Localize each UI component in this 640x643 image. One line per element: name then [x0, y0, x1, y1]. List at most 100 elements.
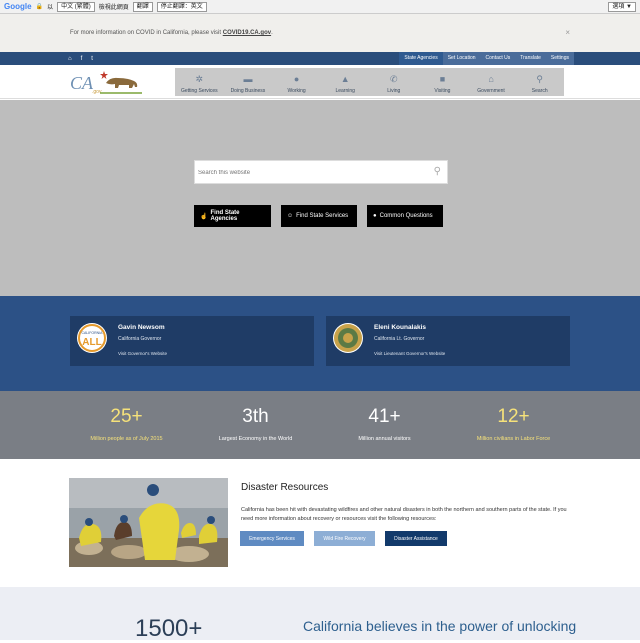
nav-label: Living: [387, 88, 401, 94]
nav-label: Doing Business: [230, 88, 266, 94]
set-location-link[interactable]: Set Location: [443, 52, 481, 65]
nav-learning[interactable]: ▲ Learning: [321, 68, 370, 96]
people-icon: ☺: [287, 213, 294, 219]
disaster-buttons: Emergency Services Wild Fire Recovery Di…: [240, 531, 447, 546]
stat-item: 12+ Million civilians in Labor Force: [449, 391, 578, 459]
utility-links: State Agencies Set Location Contact Us T…: [399, 52, 574, 65]
facebook-icon[interactable]: f: [81, 56, 83, 62]
bottom-section: 1500+ California believes in the power o…: [0, 587, 640, 642]
tagline: California believes in the power of unlo…: [303, 618, 577, 634]
nav-label: Getting Services: [180, 88, 218, 94]
lightbulb-icon: ●: [293, 74, 300, 84]
nav-label: Working: [287, 88, 306, 94]
agency-icon: ☝: [200, 213, 208, 220]
svg-text:.gov: .gov: [92, 89, 102, 95]
alert-text: For more information on COVID in Califor…: [70, 30, 222, 36]
camera-icon: ■: [439, 74, 446, 84]
google-logo: Google: [4, 2, 32, 11]
stat-value: 3th: [242, 406, 269, 427]
nav-visiting[interactable]: ■ Visiting: [418, 68, 467, 96]
disaster-photo: [69, 478, 228, 567]
translate-button[interactable]: 翻譯: [132, 1, 153, 12]
graduation-cap-icon: ▲: [340, 74, 350, 84]
disaster-title: Disaster Resources: [241, 482, 329, 493]
stat-item: 25+ Million people as of July 2015: [62, 391, 191, 459]
briefcase-icon: ▬: [243, 74, 253, 84]
hero-buttons: ☝ Find State Agencies ☺ Find State Servi…: [194, 205, 443, 227]
stat-item: 3th Largest Economy in the World: [191, 391, 320, 459]
alert-suffix: .: [271, 30, 273, 36]
find-state-services-button[interactable]: ☺ Find State Services: [281, 205, 357, 227]
nav-living[interactable]: ✆ Living: [370, 68, 419, 96]
home-icon[interactable]: ⌂: [68, 56, 72, 62]
leader-name: Gavin Newsom: [118, 324, 165, 331]
search-input[interactable]: [198, 167, 418, 179]
find-state-agencies-button[interactable]: ☝ Find State Agencies: [194, 205, 271, 227]
big-number: 1500+: [135, 615, 203, 642]
nav-label: Government: [477, 88, 505, 94]
disaster-text: California has been hit with devastating…: [241, 507, 567, 522]
nav-getting-services[interactable]: ✲ Getting Services: [175, 68, 224, 96]
hero-section: ⚲ ☝ Find State Agencies ☺ Find State Ser…: [0, 100, 640, 296]
button-label: Common Questions: [379, 213, 433, 219]
state-seal-icon: [333, 323, 363, 353]
stat-value: 41+: [368, 406, 401, 427]
nav-doing-business[interactable]: ▬ Doing Business: [224, 68, 273, 96]
button-label: Find State Services: [296, 213, 349, 219]
stat-label: Million civilians in Labor Force: [476, 436, 551, 442]
site-header: CA .gov ✲ Getting Services ▬ Doing Busin…: [0, 65, 640, 99]
search-icon[interactable]: ⚲: [434, 166, 441, 177]
stat-label: Largest Economy in the World: [218, 436, 293, 442]
nav-working[interactable]: ● Working: [272, 68, 321, 96]
nav-government[interactable]: ⌂ Government: [467, 68, 516, 96]
emergency-services-button[interactable]: Emergency Services: [240, 531, 304, 546]
disaster-assistance-button[interactable]: Disaster Assistance: [385, 531, 447, 546]
stat-label: Million people as of July 2015: [90, 436, 163, 442]
lock-icon: 🔒: [35, 4, 44, 10]
options-button[interactable]: 選項 ▼: [608, 1, 636, 12]
hero-search: ⚲: [194, 160, 448, 184]
leader-role: California Lt. Governor: [374, 336, 425, 342]
logo-top-text: CALIFORNIA: [81, 331, 103, 335]
utility-bar: ⌂ f t State Agencies Set Location Contac…: [0, 52, 640, 65]
covid-alert: For more information on COVID in Califor…: [0, 14, 640, 52]
stat-item: 41+ Million annual visitors: [320, 391, 449, 459]
contact-us-link[interactable]: Contact Us: [481, 52, 516, 65]
governor-card[interactable]: CALIFORNIA ALL Gavin Newsom California G…: [70, 316, 314, 366]
stat-value: 12+: [497, 406, 530, 427]
leader-link[interactable]: Visit Governor's Website: [118, 351, 167, 356]
stat-label: Million annual visitors: [358, 436, 411, 442]
language-select[interactable]: 中文 (繁體): [57, 1, 95, 12]
leader-role: California Governor: [118, 336, 162, 342]
nav-label: Visiting: [434, 88, 451, 94]
translate-link[interactable]: Translate: [515, 52, 546, 65]
services-icon: ✲: [195, 74, 204, 84]
search-icon: ⚲: [536, 74, 543, 84]
stat-value: 25+: [110, 406, 143, 427]
twitter-icon[interactable]: t: [91, 56, 93, 62]
wild-fire-recovery-button[interactable]: Wild Fire Recovery: [314, 531, 375, 546]
nav-label: Learning: [335, 88, 355, 94]
disaster-section: Disaster Resources California has been h…: [0, 459, 640, 587]
view-page-label: 檢視此網頁: [98, 5, 129, 11]
ca-gov-logo[interactable]: CA .gov: [70, 69, 145, 95]
svg-text:CA: CA: [70, 73, 94, 93]
language-prefix: 以: [47, 5, 54, 11]
common-questions-button[interactable]: ● Common Questions: [367, 205, 443, 227]
button-label: Find State Agencies: [210, 210, 240, 222]
state-agencies-link[interactable]: State Agencies: [399, 52, 443, 65]
capitol-icon: ⌂: [488, 74, 494, 84]
nav-search[interactable]: ⚲ Search: [515, 68, 564, 96]
leader-name: Eleni Kounalakis: [374, 324, 427, 331]
california-all-logo: CALIFORNIA ALL: [77, 323, 107, 353]
stop-translate-button[interactable]: 停止翻譯：英文: [156, 1, 207, 12]
leaders-section: CALIFORNIA ALL Gavin Newsom California G…: [0, 296, 640, 391]
lt-governor-card[interactable]: Eleni Kounalakis California Lt. Governor…: [326, 316, 570, 366]
settings-link[interactable]: Settings: [546, 52, 574, 65]
phone-icon: ✆: [390, 74, 398, 84]
leader-link[interactable]: Visit Lieutenant Governor's Website: [374, 351, 445, 356]
close-icon[interactable]: ×: [565, 28, 570, 37]
logo-main-text: ALL: [82, 337, 101, 348]
alert-link[interactable]: COVID19.CA.gov: [223, 30, 271, 36]
question-icon: ●: [373, 213, 377, 219]
